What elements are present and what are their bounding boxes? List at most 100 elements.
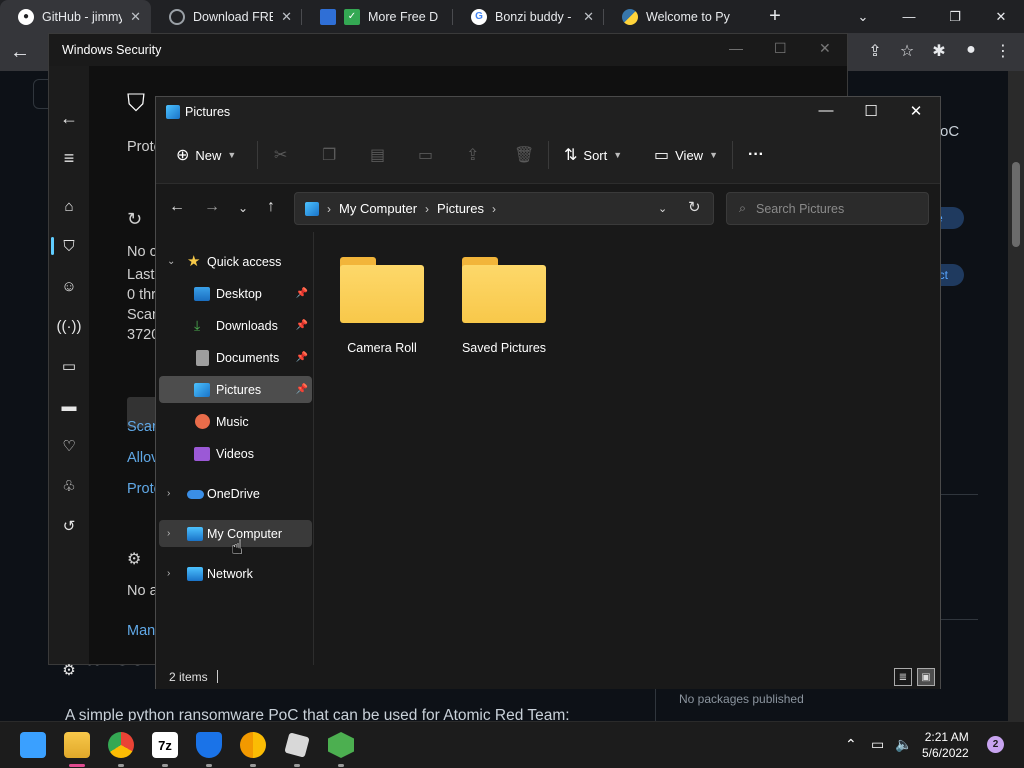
browser-tab-morefree[interactable]: ✓ More Free D (302, 0, 453, 33)
share-button[interactable]: ⇪ (466, 144, 479, 166)
sidebar-item-music[interactable]: Music (159, 408, 312, 435)
minimize-icon[interactable]: — (886, 0, 932, 33)
pin-icon[interactable]: 📌 (296, 384, 308, 395)
folder-item[interactable]: Camera Roll (327, 257, 437, 355)
title-bar[interactable]: Pictures — ☐ ✕ (156, 97, 940, 127)
address-bar[interactable]: › My Computer › Pictures › (294, 192, 714, 225)
page-scrollbar[interactable] (1008, 71, 1024, 721)
chrome-icon[interactable] (108, 732, 134, 758)
back-arrow-icon[interactable]: ← (10, 41, 30, 64)
address-dropdown-icon[interactable]: ⌄ (658, 202, 667, 215)
profile-icon[interactable]: ● (962, 41, 980, 61)
clock[interactable]: 2:21 AM 5/6/2022 (922, 729, 969, 761)
chrome-canary-icon[interactable] (240, 732, 266, 758)
start-icon[interactable] (20, 732, 46, 758)
volume-speaker-icon[interactable]: 🔈 (895, 736, 912, 753)
hamburger-menu-icon[interactable]: ≡ (49, 144, 89, 172)
close-icon[interactable]: ✕ (819, 40, 831, 57)
7zip-icon[interactable]: 7z (152, 732, 178, 758)
rename-button[interactable]: ▭ (418, 144, 433, 166)
browser-tab-github[interactable]: ● GitHub - jimmy ✕ (0, 0, 151, 33)
allowed-threats-link[interactable]: Allov (127, 450, 158, 466)
breadcrumb-item[interactable]: Pictures (437, 201, 484, 216)
extensions-icon[interactable]: ✱ (930, 41, 948, 61)
history-icon[interactable]: ↺ (49, 512, 89, 540)
chevron-right-icon[interactable]: › (167, 568, 170, 579)
breadcrumb-chevron-icon[interactable]: › (425, 202, 429, 216)
defender-icon[interactable] (196, 732, 222, 758)
scroll-thumb[interactable] (1012, 162, 1020, 247)
roblox-icon[interactable] (284, 732, 310, 758)
close-tab-icon[interactable]: ✕ (130, 9, 141, 25)
large-icons-view-icon[interactable]: ▣ (917, 668, 935, 686)
pin-icon[interactable]: 📌 (296, 288, 308, 299)
delete-button[interactable]: 🗑 (514, 144, 534, 166)
breadcrumb-chevron-icon[interactable]: › (492, 202, 496, 216)
back-arrow-icon[interactable]: ← (49, 104, 89, 132)
menu-kebab-icon[interactable]: ⋮ (994, 41, 1012, 61)
firewall-network-icon[interactable]: ((·)) (49, 312, 89, 340)
app-cube-icon[interactable] (328, 732, 354, 758)
pin-icon[interactable]: 📌 (296, 320, 308, 331)
sidebar-item-onedrive[interactable]: › OneDrive (159, 480, 312, 507)
search-input[interactable] (756, 201, 907, 216)
family-icon[interactable]: ♧ (49, 472, 89, 500)
chevron-right-icon[interactable]: › (167, 528, 170, 539)
account-person-icon[interactable]: ☺ (49, 272, 89, 300)
new-tab-button[interactable]: + (755, 0, 795, 33)
app-browser-icon[interactable]: ▭ (49, 352, 89, 380)
sidebar-item-videos[interactable]: Videos (159, 440, 312, 467)
new-button[interactable]: ⊕ New ▼ (176, 144, 236, 166)
paste-button[interactable]: ▤ (370, 144, 385, 166)
network-monitor-icon[interactable]: ▭ (871, 736, 884, 753)
settings-gear-icon[interactable]: ⚙ (49, 656, 89, 684)
sidebar-item-network[interactable]: › Network (159, 560, 312, 587)
close-icon[interactable]: ✕ (978, 0, 1024, 33)
sidebar-item-pictures[interactable]: Pictures 📌 (159, 376, 312, 403)
notification-badge[interactable]: 2 (987, 736, 1004, 753)
health-heart-icon[interactable]: ♡ (49, 432, 89, 460)
close-tab-icon[interactable]: ✕ (281, 9, 292, 25)
recent-locations-chevron-icon[interactable]: ⌄ (231, 201, 255, 215)
bookmark-star-icon[interactable]: ☆ (898, 41, 916, 61)
chevron-down-icon[interactable]: ⌄ (167, 256, 175, 267)
sort-button[interactable]: ⇅ Sort ▼ (564, 144, 622, 166)
details-view-icon[interactable]: ≣ (894, 668, 912, 686)
browser-tab-python[interactable]: Welcome to Py (604, 0, 755, 33)
home-icon[interactable]: ⌂ (49, 192, 89, 220)
restore-icon[interactable]: ❐ (932, 0, 978, 33)
sidebar-item-downloads[interactable]: ⤓ Downloads 📌 (159, 312, 312, 339)
pin-icon[interactable]: 📌 (296, 352, 308, 363)
back-arrow-icon[interactable]: ← (165, 198, 189, 216)
shield-icon[interactable]: ⛉ (49, 232, 89, 260)
sidebar-item-desktop[interactable]: Desktop 📌 (159, 280, 312, 307)
file-explorer-icon[interactable] (64, 732, 90, 758)
refresh-icon[interactable]: ↻ (688, 198, 701, 216)
see-more-button[interactable]: ··· (748, 144, 764, 166)
chevron-right-icon[interactable]: › (167, 488, 170, 499)
view-button[interactable]: ▭ View ▼ (654, 144, 718, 166)
maximize-icon[interactable]: ☐ (848, 102, 894, 120)
tab-search-icon[interactable]: ⌄ (840, 0, 886, 33)
manage-settings-link[interactable]: Man (127, 623, 155, 639)
forward-arrow-icon[interactable]: → (200, 198, 224, 216)
breadcrumb-item[interactable]: My Computer (339, 201, 417, 216)
breadcrumb-chevron-icon[interactable]: › (327, 202, 331, 216)
title-bar[interactable]: Windows Security — ☐ ✕ (49, 34, 847, 66)
browser-tab-download[interactable]: Download FREE ✕ (151, 0, 302, 33)
device-security-icon[interactable]: ▬ (49, 392, 89, 420)
sidebar-item-quick-access[interactable]: ⌄ ★ Quick access (159, 248, 312, 275)
minimize-icon[interactable]: — (729, 40, 743, 56)
browser-tab-bonzi[interactable]: G Bonzi buddy - G ✕ (453, 0, 604, 33)
close-icon[interactable]: ✕ (893, 102, 939, 120)
folder-item[interactable]: Saved Pictures (449, 257, 559, 355)
maximize-icon[interactable]: ☐ (774, 40, 787, 57)
copy-button[interactable]: ❐ (322, 144, 336, 166)
close-tab-icon[interactable]: ✕ (583, 9, 594, 25)
sidebar-item-documents[interactable]: Documents 📌 (159, 344, 312, 371)
tray-overflow-chevron-icon[interactable]: ⌃ (845, 736, 857, 753)
share-icon[interactable]: ⇪ (866, 41, 884, 61)
cut-button[interactable]: ✂ (274, 144, 287, 166)
up-arrow-icon[interactable]: ↑ (259, 198, 283, 216)
minimize-icon[interactable]: — (803, 102, 849, 119)
